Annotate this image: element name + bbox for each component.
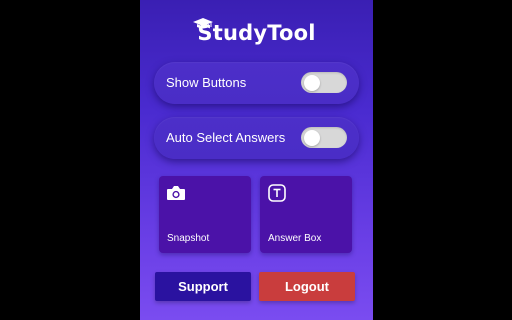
snapshot-label: Snapshot: [167, 233, 210, 244]
answer-box-label: Answer Box: [268, 233, 322, 244]
graduation-cap-icon: [193, 18, 214, 29]
show-buttons-row: Show Buttons: [154, 62, 359, 104]
snapshot-tile[interactable]: Snapshot: [159, 176, 251, 253]
auto-select-answers-row: Auto Select Answers: [154, 117, 359, 159]
toggle-knob: [304, 74, 320, 91]
logout-button[interactable]: Logout: [259, 272, 355, 301]
text-box-icon: [268, 184, 286, 202]
extension-popup: StudyTool Show Buttons Auto Select Answe…: [140, 0, 373, 320]
brand-header: StudyTool: [140, 18, 373, 48]
show-buttons-label: Show Buttons: [166, 75, 247, 90]
brand-name: StudyTool: [197, 21, 316, 45]
support-button[interactable]: Support: [155, 272, 251, 301]
brand-logo: StudyTool: [193, 18, 316, 48]
toggle-knob: [304, 129, 320, 146]
show-buttons-toggle[interactable]: [301, 72, 347, 93]
camera-icon: [167, 186, 185, 200]
auto-select-answers-toggle[interactable]: [301, 127, 347, 148]
auto-select-answers-label: Auto Select Answers: [166, 130, 286, 145]
answer-box-tile[interactable]: Answer Box: [260, 176, 352, 253]
